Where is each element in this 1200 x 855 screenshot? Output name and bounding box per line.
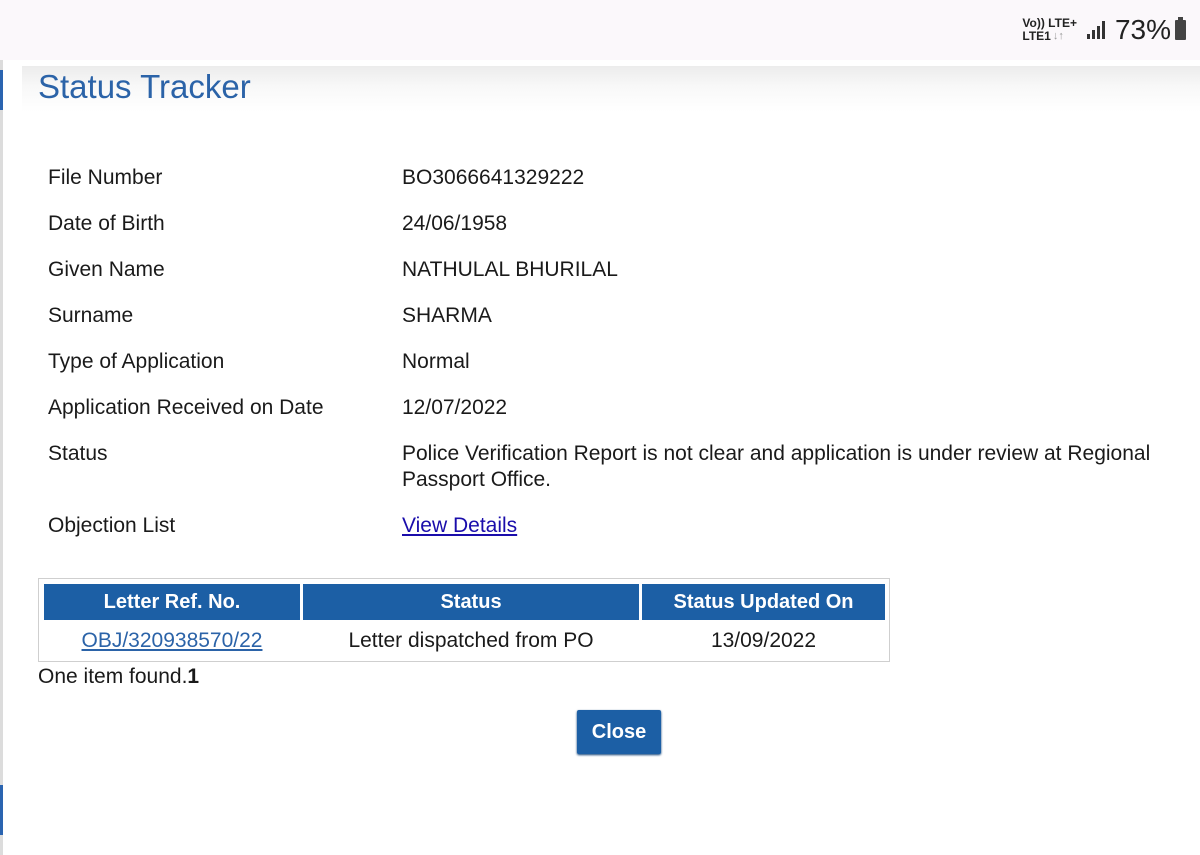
detail-row-application-type: Type of Application Normal	[48, 349, 1200, 375]
left-rail	[0, 60, 3, 855]
data-arrows-icon: ↓↑	[1052, 30, 1064, 42]
detail-row-status: Status Police Verification Report is not…	[48, 441, 1200, 493]
detail-label: Date of Birth	[48, 212, 165, 235]
items-found-label: One item found.	[38, 665, 188, 688]
detail-label: Status	[48, 442, 108, 465]
items-found-count: 1	[187, 665, 200, 688]
signal-strength-icon	[1086, 21, 1107, 39]
page-title: Status Tracker	[38, 68, 251, 105]
letter-updated-cell: 13/09/2022	[710, 629, 817, 652]
battery-percent: 73%	[1114, 14, 1171, 45]
detail-row-file-number: File Number BO3066641329222	[48, 165, 1200, 191]
network-indicator: Vo)) LTE+ LTE1 ↓↑	[1022, 17, 1077, 43]
detail-value: 12/07/2022	[402, 396, 508, 419]
detail-row-surname: Surname SHARMA	[48, 303, 1200, 329]
detail-label: File Number	[48, 166, 163, 189]
lte-plus-label: LTE+	[1048, 16, 1077, 30]
detail-value: SHARMA	[402, 304, 492, 327]
table-row: OBJ/320938570/22 Letter dispatched from …	[44, 623, 885, 659]
battery-icon	[1175, 17, 1186, 40]
column-header-status: Status	[303, 584, 639, 620]
detail-value: Normal	[402, 350, 470, 373]
items-found-text: One item found.1	[38, 665, 199, 689]
application-details: File Number BO3066641329222 Date of Birt…	[48, 165, 1200, 559]
detail-label: Given Name	[48, 258, 165, 281]
objection-letters-table: Letter Ref. No. Status Status Updated On…	[38, 578, 890, 662]
detail-value: Police Verification Report is not clear …	[402, 442, 1151, 491]
detail-label: Type of Application	[48, 350, 225, 373]
status-indicators: Vo)) LTE+ LTE1 ↓↑ 73%	[1022, 10, 1186, 50]
detail-label: Objection List	[48, 514, 176, 537]
detail-row-objection-list: Objection List View Details	[48, 513, 1200, 539]
status-bar: Vo)) LTE+ LTE1 ↓↑ 73%	[0, 0, 1200, 60]
letter-status-cell: Letter dispatched from PO	[348, 629, 594, 652]
letter-ref-cell: OBJ/320938570/22	[44, 623, 300, 659]
close-button[interactable]: Close	[577, 710, 661, 754]
column-header-updated-on: Status Updated On	[642, 584, 885, 620]
detail-row-given-name: Given Name NATHULAL BHURILAL	[48, 257, 1200, 283]
detail-value: 24/06/1958	[402, 212, 508, 235]
detail-row-dob: Date of Birth 24/06/1958	[48, 211, 1200, 237]
detail-value: BO3066641329222	[402, 166, 585, 189]
detail-label: Surname	[48, 304, 134, 327]
detail-value: NATHULAL BHURILAL	[402, 258, 618, 281]
detail-row-received-date: Application Received on Date 12/07/2022	[48, 395, 1200, 421]
column-header-letter-ref: Letter Ref. No.	[44, 584, 300, 620]
letter-ref-link[interactable]: OBJ/320938570/22	[82, 629, 263, 652]
lte1-label: LTE1	[1022, 29, 1051, 43]
detail-label: Application Received on Date	[48, 396, 324, 419]
view-details-link[interactable]: View Details	[402, 514, 517, 537]
